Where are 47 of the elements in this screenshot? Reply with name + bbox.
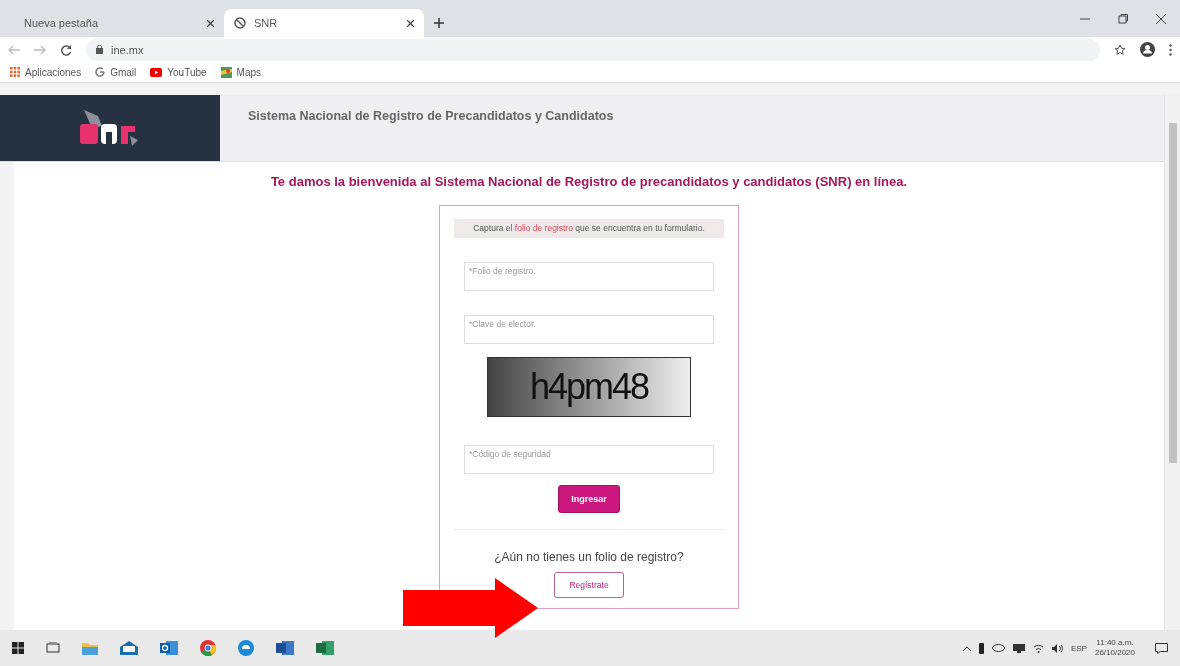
excel-icon[interactable]: [316, 640, 334, 656]
windows-start-icon[interactable]: [12, 642, 24, 654]
language-indicator[interactable]: ESP: [1070, 643, 1087, 653]
profile-icon[interactable]: [1140, 42, 1155, 57]
security-code-field[interactable]: *Código de seguridad: [464, 444, 714, 474]
register-button[interactable]: Regístrate: [554, 571, 624, 598]
bookmark-link[interactable]: Gmail: [95, 66, 137, 78]
volume-icon[interactable]: [1051, 643, 1063, 653]
bookmark-link[interactable]: YouTube: [150, 66, 207, 78]
page-title: Sistema Nacional de Registro de Precandidatos y Candidatos: [247, 108, 615, 125]
task-view-icon[interactable]: [46, 642, 60, 654]
text-field[interactable]: *Folio de registro.: [464, 261, 714, 291]
chrome-icon[interactable]: [200, 640, 216, 656]
captcha-text: h4pm48: [529, 365, 649, 408]
edge-icon[interactable]: [238, 640, 254, 656]
welcome-heading: Te damos la bienvenida al Sistema Nacional de Registro de precandidatos y candidatos (SNR) en línea.: [270, 174, 908, 189]
browser-tab[interactable]: Nueva pestaña: [14, 9, 224, 37]
clock[interactable]: 11:40 a.m. 26/10/2020: [1094, 637, 1135, 659]
play-logo-icon: [150, 67, 163, 77]
mail-icon[interactable]: [120, 641, 138, 655]
instruction-text: Captura el folio de registro que se encuentra en tu formulario.: [454, 219, 724, 238]
map-icon: [220, 66, 232, 78]
notification-icon[interactable]: [1155, 642, 1168, 654]
bookmark-link[interactable]: Aplicaciones: [10, 66, 82, 78]
word-icon[interactable]: [276, 640, 294, 656]
outlook-icon[interactable]: [160, 640, 178, 656]
restore-icon[interactable]: [1118, 13, 1128, 24]
menu-icon[interactable]: [1169, 43, 1172, 56]
bookmark-link[interactable]: Maps: [220, 66, 262, 78]
apps-grid-icon: [10, 67, 20, 77]
new-tab-icon[interactable]: [434, 18, 444, 28]
chevron-up-icon[interactable]: [962, 645, 971, 651]
close-tab-icon[interactable]: [407, 19, 414, 27]
star-icon[interactable]: [1114, 43, 1126, 56]
reload-icon[interactable]: [60, 43, 72, 56]
network-icon[interactable]: [1012, 643, 1025, 653]
submit-button[interactable]: Ingresar: [558, 484, 620, 513]
lock-icon: [96, 45, 103, 54]
g-logo-icon: [95, 67, 106, 77]
scrollbar[interactable]: [1164, 95, 1180, 630]
close-icon[interactable]: [1156, 13, 1166, 24]
address-bar[interactable]: ine.mx: [86, 38, 1100, 61]
close-tab-icon[interactable]: [207, 19, 214, 27]
register-question: ¿Aún no tienes un folio de registro?: [494, 549, 684, 564]
text-field[interactable]: *Clave de elector.: [464, 314, 714, 344]
browser-tab[interactable]: SNR: [224, 9, 424, 37]
wifi-icon[interactable]: [1032, 643, 1044, 653]
